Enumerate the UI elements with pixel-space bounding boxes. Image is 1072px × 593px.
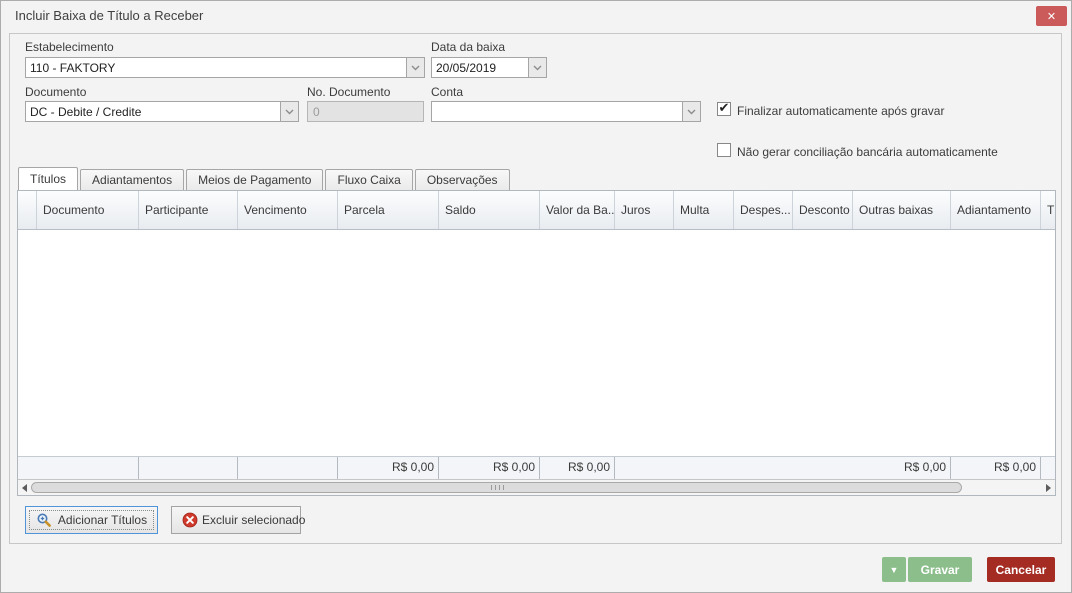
footer-cell-participante bbox=[139, 457, 238, 479]
column-header-desconto[interactable]: Desconto bbox=[793, 191, 853, 229]
column-header-despesas[interactable]: Despes... bbox=[734, 191, 793, 229]
finalizar-checkbox[interactable]: ✔ bbox=[717, 100, 731, 116]
footer-cell-saldo: R$ 0,00 bbox=[439, 457, 540, 479]
footer-cell-documento bbox=[37, 457, 139, 479]
excluir-selecionado-label: Excluir selecionado bbox=[202, 513, 306, 527]
column-header-participante[interactable]: Participante bbox=[139, 191, 238, 229]
data-baixa-select[interactable]: 20/05/2019 bbox=[431, 57, 547, 78]
scrollbar-thumb[interactable] bbox=[31, 482, 962, 493]
scroll-right-icon[interactable] bbox=[1046, 484, 1051, 492]
tab-adiantamentos[interactable]: Adiantamentos bbox=[80, 169, 185, 190]
footer-cell-adiantamento: R$ 0,00 bbox=[951, 457, 1041, 479]
grid-summary-footer: R$ 0,00 R$ 0,00 R$ 0,00 R$ 0,00 R$ 0,00 bbox=[18, 456, 1055, 479]
footer-cell-parcela: R$ 0,00 bbox=[338, 457, 439, 479]
conciliacao-checkbox[interactable] bbox=[717, 143, 731, 157]
grid-body[interactable] bbox=[18, 230, 1055, 456]
column-header-vencimento[interactable]: Vencimento bbox=[238, 191, 338, 229]
horizontal-scrollbar[interactable] bbox=[18, 479, 1055, 495]
documento-value: DC - Debite / Credite bbox=[30, 105, 142, 119]
dialog-title: Incluir Baixa de Título a Receber bbox=[15, 8, 204, 23]
finalizar-checkbox-label[interactable]: Finalizar automaticamente após gravar bbox=[737, 104, 944, 118]
data-baixa-label: Data da baixa bbox=[431, 40, 506, 54]
check-icon: ✔ bbox=[718, 100, 730, 115]
conciliacao-checkbox-label[interactable]: Não gerar conciliação bancária automatic… bbox=[737, 145, 998, 159]
chevron-down-icon[interactable] bbox=[280, 102, 298, 121]
conta-value bbox=[432, 102, 682, 121]
tab-observacoes[interactable]: Observações bbox=[414, 169, 510, 190]
documento-label: Documento bbox=[25, 85, 87, 99]
tab-fluxo-caixa[interactable]: Fluxo Caixa bbox=[325, 169, 413, 190]
footer-cell-juros bbox=[615, 457, 674, 479]
footer-cell-desconto bbox=[793, 457, 853, 479]
close-icon[interactable]: ✕ bbox=[1036, 6, 1067, 26]
adicionar-titulos-button[interactable]: Adicionar Títulos bbox=[25, 506, 158, 534]
grid-header: Documento Participante Vencimento Parcel… bbox=[18, 191, 1055, 230]
column-header-indicator bbox=[18, 191, 37, 229]
column-header-adiantamento[interactable]: Adiantamento bbox=[951, 191, 1041, 229]
estabelecimento-label: Estabelecimento bbox=[25, 40, 114, 54]
gravar-dropdown-icon[interactable]: ▼ bbox=[882, 557, 906, 582]
scrollbar-grip-icon bbox=[490, 485, 504, 490]
data-baixa-value: 20/05/2019 bbox=[436, 61, 497, 75]
scroll-left-icon[interactable] bbox=[22, 484, 27, 492]
estabelecimento-select[interactable]: 110 - FAKTORY bbox=[25, 57, 425, 78]
tab-meios-de-pagamento[interactable]: Meios de Pagamento bbox=[186, 169, 324, 190]
no-documento-label: No. Documento bbox=[307, 85, 391, 99]
chevron-down-icon[interactable] bbox=[406, 58, 424, 77]
dialog-incluir-baixa: Incluir Baixa de Título a Receber ✕ Esta… bbox=[0, 0, 1072, 593]
column-header-multa[interactable]: Multa bbox=[674, 191, 734, 229]
no-documento-field: 0 bbox=[307, 101, 424, 122]
footer-cell-indicator bbox=[18, 457, 37, 479]
chevron-down-icon[interactable] bbox=[528, 58, 546, 77]
chevron-down-icon[interactable] bbox=[682, 102, 700, 121]
column-header-saldo[interactable]: Saldo bbox=[439, 191, 540, 229]
column-header-outras-baixas[interactable]: Outras baixas bbox=[853, 191, 951, 229]
footer-cell-outras-baixas: R$ 0,00 bbox=[853, 457, 951, 479]
column-header-valor-baixa[interactable]: Valor da Ba... bbox=[540, 191, 615, 229]
documento-select[interactable]: DC - Debite / Credite bbox=[25, 101, 299, 122]
delete-circle-icon bbox=[182, 512, 198, 528]
gravar-button[interactable]: Gravar bbox=[908, 557, 972, 582]
footer-cell-vencimento bbox=[238, 457, 338, 479]
estabelecimento-value: 110 - FAKTORY bbox=[30, 61, 116, 75]
column-header-parcela[interactable]: Parcela bbox=[338, 191, 439, 229]
footer-cell-multa bbox=[674, 457, 734, 479]
cancelar-button[interactable]: Cancelar bbox=[987, 557, 1055, 582]
column-header-documento[interactable]: Documento bbox=[37, 191, 139, 229]
footer-cell-valor-baixa: R$ 0,00 bbox=[540, 457, 615, 479]
footer-cell-despesas bbox=[734, 457, 793, 479]
conta-select[interactable] bbox=[431, 101, 701, 122]
column-header-juros[interactable]: Juros bbox=[615, 191, 674, 229]
footer-cell-cutoff bbox=[1041, 457, 1055, 479]
tab-strip: Títulos Adiantamentos Meios de Pagamento… bbox=[18, 167, 512, 190]
titulos-grid: Documento Participante Vencimento Parcel… bbox=[17, 190, 1056, 496]
adicionar-titulos-label: Adicionar Títulos bbox=[57, 513, 148, 527]
conta-label: Conta bbox=[431, 85, 464, 99]
tab-titulos[interactable]: Títulos bbox=[18, 167, 79, 190]
excluir-selecionado-button[interactable]: Excluir selecionado bbox=[171, 506, 305, 534]
magnifier-plus-icon bbox=[36, 512, 52, 528]
column-header-cutoff[interactable]: T bbox=[1041, 191, 1055, 229]
